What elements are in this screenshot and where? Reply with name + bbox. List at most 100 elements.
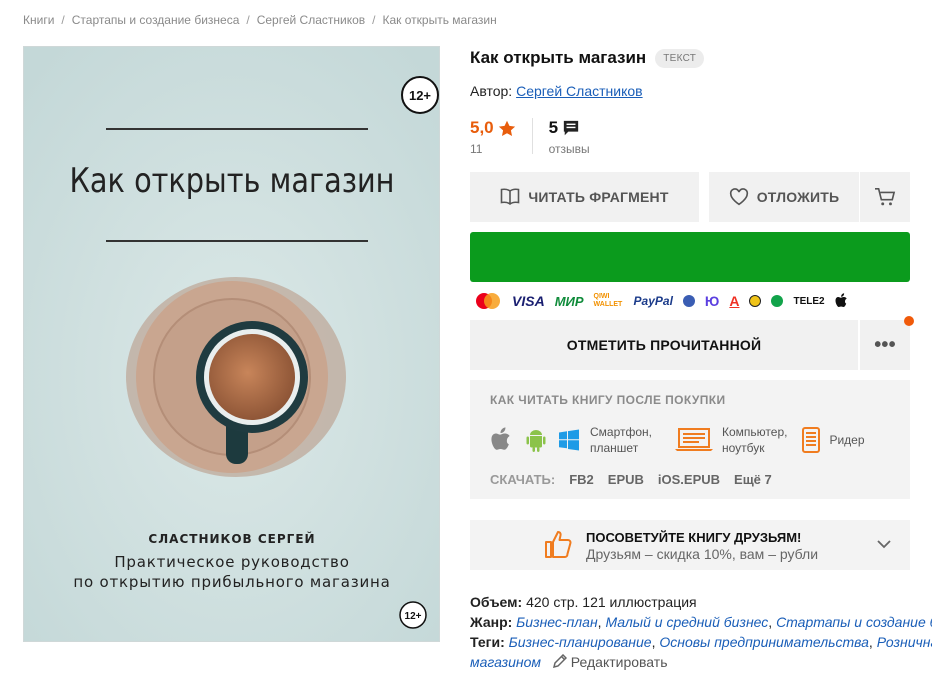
tag-link[interactable]: Розничная торговля (877, 634, 932, 650)
reviews[interactable]: 5 отзывы (549, 118, 590, 156)
download-ios-epub[interactable]: iOS.EPUB (658, 472, 720, 487)
volume-label: Объем: (470, 594, 523, 610)
alfa-icon: А (729, 293, 740, 309)
edit-label: Редактировать (570, 654, 668, 670)
mastercard-icon (476, 293, 500, 309)
mark-read-button[interactable]: ОТМЕТИТЬ ПРОЧИТАННОЙ (470, 320, 858, 370)
genre-label: Жанр: (470, 614, 513, 630)
volume-value: 420 стр. 121 иллюстрация (526, 594, 697, 610)
volume-row: Объем: 420 стр. 121 иллюстрация (470, 592, 932, 612)
genre-link[interactable]: Малый и средний бизнес (605, 614, 768, 630)
reviews-label: отзывы (548, 142, 590, 156)
ereader-icon (802, 427, 821, 453)
apple-pay-icon (835, 293, 847, 307)
recommend-subtitle: Друзьям – скидка 10%, вам – рубли (586, 546, 819, 562)
cover-author: СЛАСТНИКОВ СЕРГЕЙ (148, 531, 315, 546)
breadcrumb-item-current: Как открыть магазин (382, 13, 497, 27)
tag-link[interactable]: Бизнес-планирование (509, 634, 652, 650)
laptop-icon (675, 428, 714, 451)
visa-icon: VISA (512, 293, 545, 309)
device-list: Смартфон, планшет Компьютер, ноутбук Рид… (490, 424, 865, 456)
age-badge-top: 12+ (409, 88, 431, 103)
genre-link[interactable]: Стартапы и создание бизнеса (776, 614, 932, 630)
breadcrumb-separator: / (372, 13, 376, 27)
smartphone-label: Смартфон, планшет (590, 425, 653, 455)
type-badge: ТЕКСТ (655, 48, 705, 68)
download-label: СКАЧАТЬ: (490, 472, 556, 487)
page-title: Как открыть магазин (470, 48, 647, 67)
qiwi-icon: QIWI WALLET (593, 293, 623, 308)
coffee-icon (209, 334, 295, 420)
more-icon: ••• (874, 333, 896, 356)
cart-icon (875, 188, 896, 206)
mark-read-label: ОТМЕТИТЬ ПРОЧИТАННОЙ (566, 337, 762, 353)
rating-block: 5,0 11 5 отзывы (470, 118, 590, 156)
reader-label: Ридер (829, 433, 865, 447)
reviews-count: 5 (548, 118, 559, 137)
windows-icon (559, 429, 579, 451)
genre-row: Жанр: Бизнес-план, Малый и средний бизне… (470, 612, 932, 632)
breadcrumb-separator: / (246, 13, 250, 27)
yoomoney-icon: Ю (704, 293, 720, 309)
buy-button[interactable] (470, 232, 910, 282)
book-icon (501, 188, 520, 205)
breadcrumb-item-category[interactable]: Стартапы и создание бизнеса (72, 13, 240, 27)
recommend-title: ПОСОВЕТУЙТЕ КНИГУ ДРУЗЬЯМ! (586, 530, 802, 545)
edit-tags-button[interactable]: Редактировать (545, 653, 668, 670)
book-cover[interactable]: 12+ Как открыть магазин СЛАСТНИКОВ СЕРГЕ… (23, 46, 440, 642)
tags-row: Теги: Бизнес-планирование, Основы предпр… (470, 632, 932, 652)
computer-label: Компьютер, ноутбук (722, 425, 788, 455)
book-cover-image: 12+ Как открыть магазин СЛАСТНИКОВ СЕРГЕ… (24, 47, 439, 641)
cover-subtitle-1: Практическое руководство (114, 553, 349, 571)
pencil-icon (552, 653, 567, 669)
payment-methods: VISA МИР QIWI WALLET PayPal Ю А TELE2 (474, 290, 849, 312)
download-fb2[interactable]: FB2 (569, 472, 594, 487)
download-more[interactable]: Ещё 7 (734, 472, 772, 487)
heart-icon (729, 188, 748, 206)
paypal-icon: PayPal (633, 294, 673, 308)
how-to-read-title: КАК ЧИТАТЬ КНИГУ ПОСЛЕ ПОКУПКИ (490, 393, 726, 407)
breadcrumb-item-author[interactable]: Сергей Сластников (257, 13, 365, 27)
how-to-read-panel: КАК ЧИТАТЬ КНИГУ ПОСЛЕ ПОКУПКИ Смартфон,… (470, 380, 910, 499)
star-icon (498, 120, 515, 136)
thumbs-up-icon (545, 531, 572, 558)
read-fragment-label: ЧИТАТЬ ФРАГМЕНТ (528, 189, 669, 205)
read-fragment-button[interactable]: ЧИТАТЬ ФРАГМЕНТ (470, 172, 699, 222)
comment-icon (563, 120, 579, 135)
download-row: СКАЧАТЬ: FB2 EPUB iOS.EPUB Ещё 7 (490, 472, 772, 487)
author-line: Автор: Сергей Сластников (470, 83, 643, 99)
cover-subtitle-2: по открытию прибыльного магазина (73, 573, 390, 591)
notification-dot (904, 316, 914, 326)
android-icon (526, 430, 546, 452)
divider (531, 118, 533, 154)
tag-link[interactable]: магазином (470, 654, 541, 670)
tag-link[interactable]: Основы предпринимательства (659, 634, 869, 650)
breadcrumb-separator: / (61, 13, 65, 27)
rating-count: 11 (470, 142, 483, 156)
book-meta: Объем: 420 стр. 121 иллюстрация Жанр: Би… (470, 592, 932, 672)
webmoney-icon (682, 295, 695, 307)
author-link[interactable]: Сергей Сластников (516, 83, 643, 99)
apple-icon (491, 427, 510, 450)
recommend-panel[interactable]: ПОСОВЕТУЙТЕ КНИГУ ДРУЗЬЯМ! Друзьям – ски… (470, 520, 910, 570)
breadcrumb: Книги / Стартапы и создание бизнеса / Сергей… (23, 13, 497, 27)
breadcrumb-item-books[interactable]: Книги (23, 13, 54, 27)
tags-label: Теги: (470, 634, 505, 650)
chevron-down-icon[interactable] (877, 540, 891, 549)
mir-icon: МИР (554, 293, 584, 309)
age-badge-bottom: 12+ (405, 611, 422, 622)
rating-value: 5,0 (470, 118, 494, 137)
defer-button[interactable]: ОТЛОЖИТЬ (709, 172, 859, 222)
cart-button[interactable] (860, 172, 910, 222)
cover-title: Как открыть магазин (70, 161, 395, 201)
rating[interactable]: 5,0 11 (470, 118, 516, 156)
author-label: Автор: (470, 83, 513, 99)
more-button[interactable]: ••• (860, 320, 910, 370)
genre-link[interactable]: Бизнес-план (516, 614, 598, 630)
title-row: Как открыть магазин ТЕКСТ (470, 48, 705, 68)
download-epub[interactable]: EPUB (608, 472, 644, 487)
beeline-icon (749, 295, 762, 307)
defer-label: ОТЛОЖИТЬ (756, 189, 840, 205)
tele2-icon: TELE2 (793, 295, 825, 307)
megafon-icon (771, 295, 784, 307)
